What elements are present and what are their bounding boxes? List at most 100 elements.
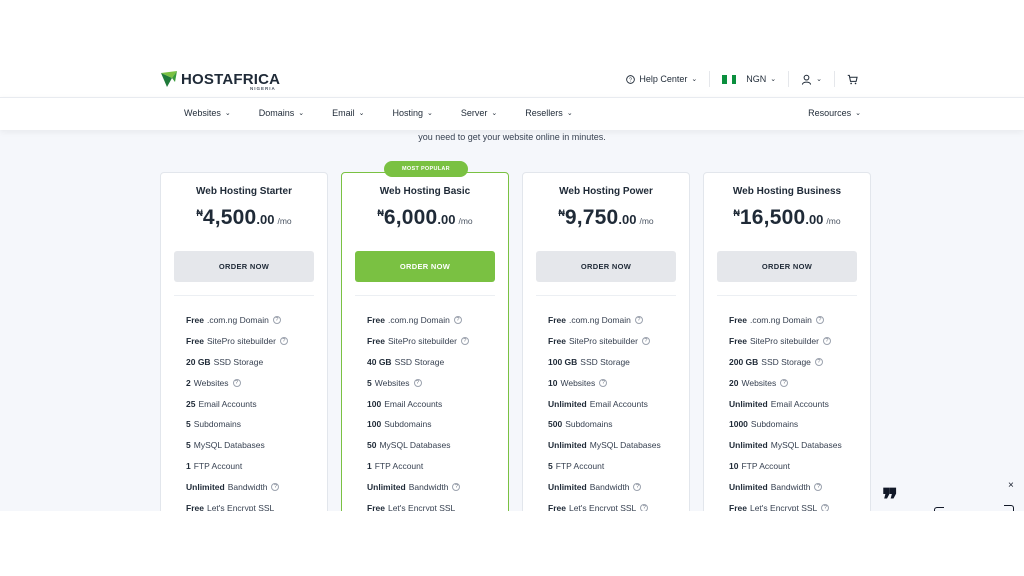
feature-text: SSD Storage	[394, 356, 445, 367]
order-now-button[interactable]: ORDER NOW	[174, 251, 314, 282]
nav-item-resellers[interactable]: Resellers ⌄	[525, 108, 572, 118]
logo-africa: AFRICA	[222, 70, 281, 88]
feature-highlight: 100	[367, 419, 382, 430]
cart-button[interactable]	[847, 74, 858, 85]
order-now-button[interactable]: ORDER NOW	[355, 251, 495, 282]
nav-item-resources[interactable]: Resources ⌄	[808, 108, 861, 118]
chevron-down-icon: ⌄	[566, 110, 573, 117]
help-icon[interactable]: ?	[641, 337, 650, 346]
feature-highlight: Unlimited	[548, 440, 587, 451]
cart-icon	[847, 74, 858, 84]
nav-item-websites[interactable]: Websites ⌄	[184, 108, 231, 118]
nav-menu: Websites ⌄ Domains ⌄ Email ⌄ Hosting ⌄ Serve…	[184, 108, 573, 118]
feature-item: Free SitePro sitebuilder?	[186, 331, 288, 352]
plan-card-starter: Web Hosting Starter ₦4,500.00/mo ORDER N…	[160, 172, 328, 511]
feature-highlight: Unlimited	[548, 481, 587, 492]
feature-item: 20 GB SSD Storage	[186, 352, 288, 373]
feature-highlight: Free	[186, 315, 204, 326]
nav-item-email[interactable]: Email ⌄	[332, 108, 364, 118]
feature-text: SitePro sitebuilder	[749, 336, 819, 347]
plan-price: ₦6,000.00/mo	[377, 206, 473, 229]
currency-selector[interactable]: NGN ⌄	[722, 74, 776, 84]
feature-list: Free .com.ng Domain? Free SitePro sitebuild…	[548, 310, 661, 511]
logo[interactable]: HOSTAFRICA NIGERIA	[160, 70, 281, 91]
help-icon[interactable]: ?	[279, 337, 288, 346]
account-menu[interactable]: ⌄	[801, 74, 822, 85]
help-icon[interactable]: ?	[640, 503, 649, 511]
help-icon[interactable]: ?	[633, 482, 642, 491]
feature-item: 40 GB SSD Storage	[367, 352, 469, 373]
feature-highlight: 5	[548, 460, 553, 471]
help-icon[interactable]: ?	[599, 378, 608, 387]
feature-text: Bandwidth	[770, 481, 811, 492]
feature-item: Free SitePro sitebuilder?	[729, 331, 842, 352]
logo-host: HOST	[181, 70, 223, 88]
logo-country: NIGERIA	[250, 86, 276, 91]
divider	[834, 71, 835, 87]
top-bar: HOSTAFRICA NIGERIA ? Help Center ⌄ NGN ⌄	[0, 55, 1024, 97]
feature-highlight: Free	[548, 336, 566, 347]
feature-text: Email Accounts	[589, 398, 648, 409]
help-icon[interactable]: ?	[634, 316, 643, 325]
feature-text: Subdomains	[750, 419, 799, 430]
feature-item: Unlimited MySQL Databases	[548, 435, 661, 456]
help-icon[interactable]: ?	[453, 316, 462, 325]
divider	[717, 295, 857, 296]
feature-highlight: Unlimited	[729, 481, 768, 492]
feature-item: Unlimited Bandwidth?	[729, 476, 842, 497]
feature-text: .com.ng Domain	[749, 315, 812, 326]
chat-quote-icon[interactable]: ❞	[882, 486, 898, 512]
chevron-down-icon: ⌄	[427, 110, 433, 117]
feature-text: Websites	[374, 377, 410, 388]
help-icon[interactable]: ?	[780, 378, 789, 387]
user-icon	[802, 74, 812, 85]
plan-title: Web Hosting Starter	[196, 186, 292, 197]
feature-item: 100 Subdomains	[367, 414, 469, 435]
nav-item-hosting[interactable]: Hosting ⌄	[393, 108, 433, 118]
help-icon[interactable]: ?	[821, 503, 830, 511]
help-icon[interactable]: ?	[232, 378, 241, 387]
feature-text: Websites	[193, 377, 229, 388]
nav-item-server[interactable]: Server ⌄	[461, 108, 497, 118]
plan-card-business: Web Hosting Business ₦16,500.00/mo ORDER…	[703, 172, 871, 511]
feature-item: Free SitePro sitebuilder?	[367, 331, 469, 352]
help-icon[interactable]: ?	[814, 482, 823, 491]
help-icon: ?	[626, 74, 636, 84]
plan-price: ₦9,750.00/mo	[558, 206, 654, 229]
feature-highlight: 25	[186, 398, 196, 409]
order-now-button[interactable]: ORDER NOW	[717, 251, 857, 282]
help-icon[interactable]: ?	[814, 357, 823, 366]
order-now-button[interactable]: ORDER NOW	[536, 251, 676, 282]
svg-text:?: ?	[629, 77, 632, 83]
main-nav: Websites ⌄ Domains ⌄ Email ⌄ Hosting ⌄ Serve…	[0, 97, 1024, 130]
feature-highlight: Free	[186, 502, 204, 511]
help-icon[interactable]: ?	[815, 316, 824, 325]
feature-item: 5 Subdomains	[186, 414, 288, 435]
help-center-link[interactable]: ? Help Center ⌄	[626, 74, 697, 84]
most-popular-badge: MOST POPULAR	[384, 161, 468, 177]
feature-highlight: Unlimited	[548, 398, 587, 409]
feature-item: Unlimited Bandwidth?	[367, 476, 469, 497]
nav-item-domains[interactable]: Domains ⌄	[259, 108, 304, 118]
feature-text: MySQL Databases	[193, 440, 265, 451]
plan-price: ₦4,500.00/mo	[196, 206, 292, 229]
feature-highlight: Unlimited	[729, 398, 768, 409]
feature-highlight: 1	[186, 460, 191, 471]
feature-item: 100 Email Accounts	[367, 393, 469, 414]
feature-item: 20 Websites?	[729, 372, 842, 393]
close-icon[interactable]: ×	[1008, 480, 1014, 491]
feature-highlight: Unlimited	[186, 481, 225, 492]
plan-title: Web Hosting Basic	[379, 186, 471, 197]
help-icon[interactable]: ?	[413, 378, 422, 387]
feature-item: 1 FTP Account	[186, 456, 288, 477]
feature-highlight: 10	[548, 377, 558, 388]
feature-item: 200 GB SSD Storage?	[729, 352, 842, 373]
help-icon[interactable]: ?	[822, 337, 831, 346]
help-icon[interactable]: ?	[272, 316, 281, 325]
feature-item: Free Let's Encrypt SSL	[367, 497, 469, 511]
help-icon[interactable]: ?	[452, 482, 461, 491]
help-icon[interactable]: ?	[271, 482, 280, 491]
feature-highlight: 10	[729, 460, 739, 471]
help-icon[interactable]: ?	[460, 337, 469, 346]
feature-text: SSD Storage	[761, 356, 811, 367]
